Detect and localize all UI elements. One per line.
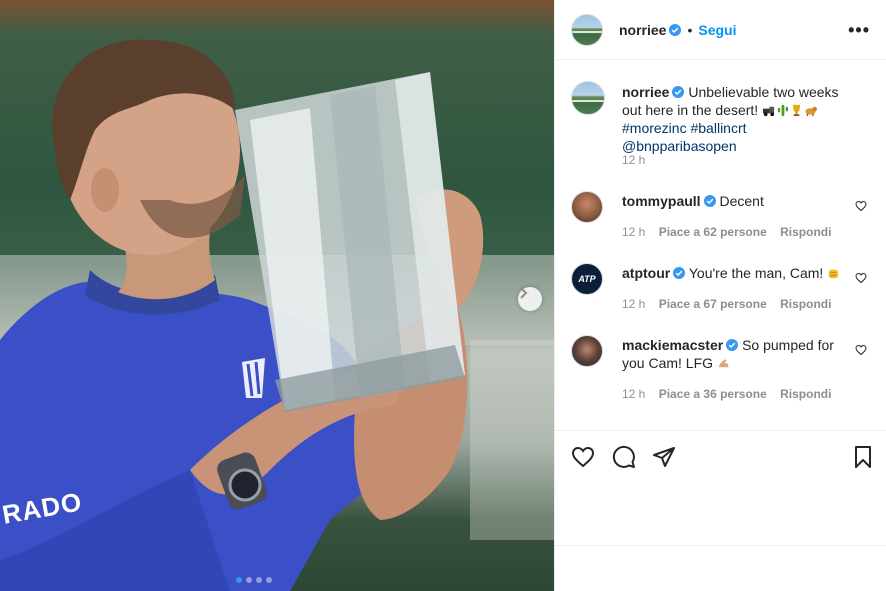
verified-badge-icon bbox=[673, 267, 686, 279]
caption-time[interactable]: 12 h bbox=[622, 153, 645, 167]
carousel-dot bbox=[256, 577, 262, 583]
comment-username[interactable]: mackiemacster bbox=[622, 337, 723, 353]
comment-time[interactable]: 12 h bbox=[622, 297, 645, 311]
author-username[interactable]: norriee bbox=[619, 22, 666, 38]
comment-meta: 12 h Piace a 62 persone Rispondi bbox=[622, 225, 841, 239]
comment-likes[interactable]: Piace a 36 persone bbox=[659, 387, 767, 401]
header-separator: • bbox=[687, 21, 693, 38]
follow-button[interactable]: Segui bbox=[698, 22, 736, 38]
verified-badge-icon bbox=[669, 23, 682, 36]
commenter-avatar[interactable] bbox=[571, 335, 603, 367]
comment-username[interactable]: tommypaull bbox=[622, 193, 701, 209]
comment-text: Decent bbox=[719, 193, 764, 209]
caption-meta: 12 h bbox=[622, 153, 655, 167]
mention-link[interactable]: @bnpparibasopen bbox=[622, 138, 737, 154]
like-comment-heart-icon[interactable] bbox=[855, 272, 867, 284]
comments-list[interactable]: norriee Unbelievable two weeks out here … bbox=[555, 60, 886, 430]
pickup-truck-icon bbox=[763, 106, 775, 117]
carousel-dot bbox=[246, 577, 252, 583]
hashtag-link[interactable]: #morezinc bbox=[622, 120, 687, 136]
post-header: norriee • Segui ••• bbox=[555, 0, 886, 60]
commenter-avatar[interactable]: ATP bbox=[571, 263, 603, 295]
trophy-icon bbox=[792, 104, 801, 117]
dog-icon bbox=[805, 106, 818, 117]
reply-button[interactable]: Rispondi bbox=[780, 225, 831, 239]
action-bar bbox=[555, 430, 886, 478]
more-options-icon[interactable]: ••• bbox=[848, 20, 870, 41]
verified-badge-icon bbox=[703, 195, 716, 207]
share-paper-plane-icon[interactable] bbox=[652, 445, 676, 469]
reply-button[interactable]: Rispondi bbox=[780, 297, 831, 311]
hashtag-link[interactable]: #ballincrt bbox=[690, 120, 746, 136]
like-heart-icon[interactable] bbox=[571, 445, 595, 469]
post-photo[interactable]: RADO bbox=[0, 0, 554, 591]
carousel-dot bbox=[236, 577, 242, 583]
reply-button[interactable]: Rispondi bbox=[780, 387, 831, 401]
fist-icon bbox=[829, 269, 839, 279]
atp-logo-text: ATP bbox=[578, 274, 596, 284]
caption-body: norriee Unbelievable two weeks out here … bbox=[622, 83, 854, 155]
caption-avatar[interactable] bbox=[571, 81, 605, 115]
comment-body: tommypaull Decent bbox=[622, 192, 854, 210]
caption-username[interactable]: norriee bbox=[622, 84, 669, 100]
author-avatar[interactable] bbox=[571, 13, 603, 46]
verified-badge-icon bbox=[672, 86, 685, 98]
like-comment-heart-icon[interactable] bbox=[855, 344, 867, 356]
comment-input-divider bbox=[555, 545, 886, 546]
comment-username[interactable]: atptour bbox=[622, 265, 670, 281]
comment-text: You're the man, Cam! bbox=[688, 265, 824, 281]
comment-likes[interactable]: Piace a 67 persone bbox=[659, 297, 767, 311]
comment-meta: 12 h Piace a 36 persone Rispondi bbox=[622, 387, 841, 401]
save-bookmark-icon[interactable] bbox=[851, 445, 875, 469]
carousel-dots bbox=[236, 577, 272, 583]
verified-badge-icon bbox=[726, 339, 739, 351]
photo-illustration bbox=[0, 39, 554, 591]
chevron-right-icon bbox=[520, 287, 528, 299]
post-sidebar: norriee • Segui ••• norriee Unbelievable… bbox=[554, 0, 886, 591]
comment-time[interactable]: 12 h bbox=[622, 225, 645, 239]
comment-time[interactable]: 12 h bbox=[622, 387, 645, 401]
flexed-biceps-icon bbox=[718, 359, 729, 368]
comment-body: atptour You're the man, Cam! bbox=[622, 264, 854, 282]
comment-likes[interactable]: Piace a 62 persone bbox=[659, 225, 767, 239]
like-comment-heart-icon[interactable] bbox=[855, 200, 867, 212]
cactus-icon bbox=[777, 104, 789, 117]
comment-body: mackiemacster So pumped for you Cam! LFG bbox=[622, 336, 854, 372]
comment-meta: 12 h Piace a 67 persone Rispondi bbox=[622, 297, 841, 311]
carousel-next-button[interactable] bbox=[518, 287, 542, 311]
carousel-dot bbox=[266, 577, 272, 583]
comment-bubble-icon[interactable] bbox=[612, 445, 636, 469]
commenter-avatar[interactable] bbox=[571, 191, 603, 223]
